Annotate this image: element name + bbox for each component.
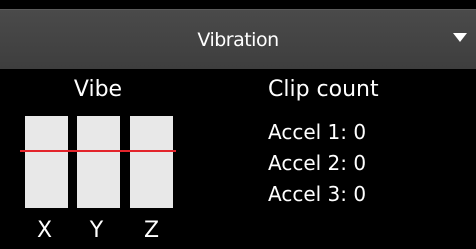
vibe-bar-y [77,116,120,208]
vibe-bar-x [25,116,68,208]
vibe-bar-z [130,116,173,208]
axis-label-z: Z [143,218,160,243]
caret-down-icon[interactable] [453,33,467,42]
clip-count-title: Clip count [268,77,379,102]
vibe-threshold-line [20,150,176,152]
accel-2-clip-count: Accel 2: 0 [268,151,367,175]
accel-1-clip-count: Accel 1: 0 [268,120,367,144]
axis-label-y: Y [89,218,104,243]
panel-header[interactable]: Vibration [0,9,476,69]
vibe-title: Vibe [73,77,123,102]
axis-label-x: X [36,218,53,243]
panel-title: Vibration [197,29,279,51]
accel-3-clip-count: Accel 3: 0 [268,182,367,206]
vibration-panel: Vibration Vibe X Y Z Clip count Accel 1:… [0,0,476,249]
